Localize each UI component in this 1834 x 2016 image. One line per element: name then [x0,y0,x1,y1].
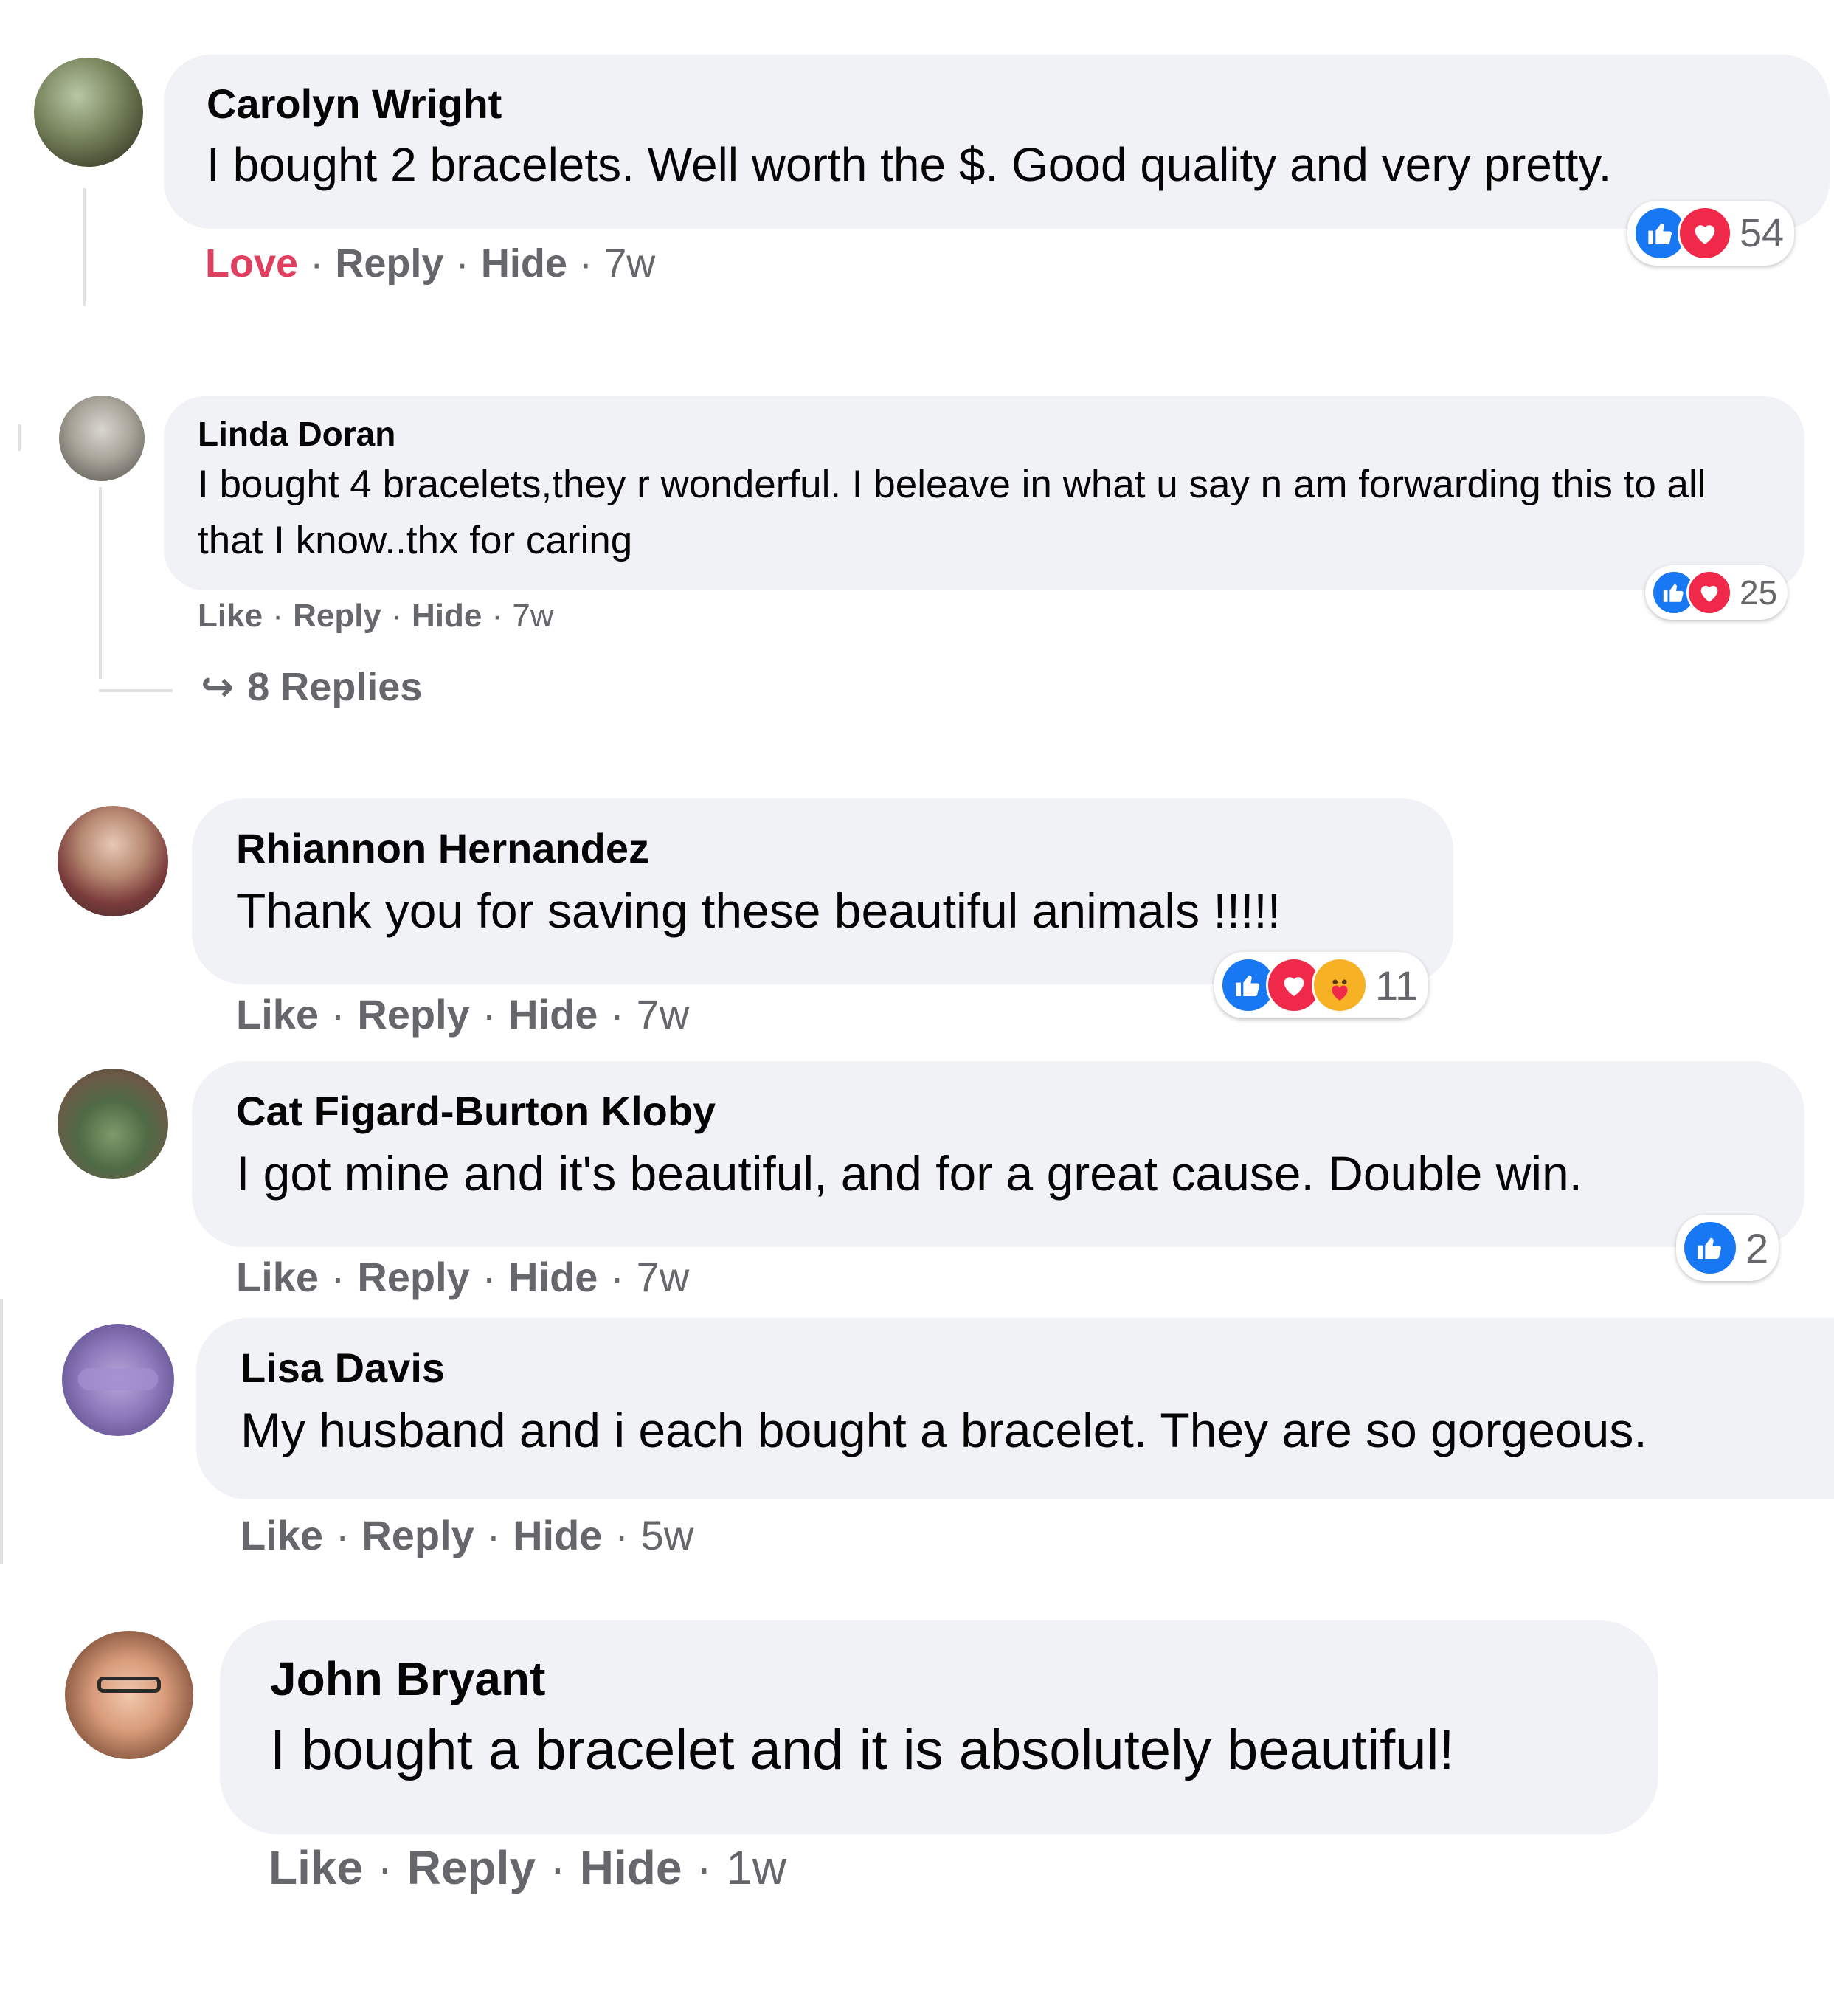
thread-line [99,487,102,679]
hide-link[interactable]: Hide [513,1512,602,1558]
comment-text: I bought 2 bracelets. Well worth the $. … [207,138,1612,191]
comment-text: I bought a bracelet and it is absolutely… [270,1719,1455,1781]
comment-text: I got mine and it's beautiful, and for a… [236,1146,1583,1201]
comment-author[interactable]: John Bryant [270,1647,1658,1711]
reply-link[interactable]: Reply [293,598,381,634]
reply-link[interactable]: Reply [357,1254,470,1300]
avatar[interactable] [62,1324,174,1436]
like-link[interactable]: Like [236,1254,319,1300]
comment-actions: Like · Reply · Hide · 7w [236,1254,690,1300]
avatar[interactable] [34,58,143,167]
comment-author[interactable]: Lisa Davis [241,1340,1834,1396]
comment-bubble: Carolyn Wright I bought 2 bracelets. Wel… [164,55,1830,229]
reply-arrow-icon: ↪ [201,665,235,709]
comment-text: Thank you for saving these beautiful ani… [236,883,1281,938]
reaction-summary[interactable]: 11 [1214,952,1429,1018]
hide-link[interactable]: Hide [412,598,482,634]
comment-text: I bought 4 bracelets,they r wonderful. I… [198,463,1706,562]
timestamp[interactable]: 7w [637,1254,690,1300]
avatar[interactable] [58,806,168,916]
reply-link[interactable]: Reply [407,1841,536,1894]
comment-author[interactable]: Carolyn Wright [207,77,1830,131]
like-icon [1682,1220,1738,1276]
comment-bubble: Linda Doran I bought 4 bracelets,they r … [164,396,1804,590]
care-icon [1312,957,1368,1013]
comment-actions: Like · Reply · Hide · 7w [236,991,690,1038]
comment-bubble: Lisa Davis My husband and i each bought … [196,1318,1834,1499]
hide-link[interactable]: Hide [508,991,598,1038]
thread-line [99,689,173,692]
like-link[interactable]: Like [198,598,263,634]
reaction-summary[interactable]: 2 [1676,1215,1779,1281]
hide-link[interactable]: Hide [508,1254,598,1300]
hide-link[interactable]: Hide [580,1841,682,1894]
comment-bubble: John Bryant I bought a bracelet and it i… [220,1620,1658,1834]
comment-actions: Like · Reply · Hide · 5w [241,1512,694,1558]
reaction-count: 11 [1375,962,1419,1009]
timestamp[interactable]: 5w [641,1512,694,1558]
timestamp[interactable]: 7w [604,241,655,286]
reaction-count: 2 [1745,1224,1769,1271]
hide-link[interactable]: Hide [481,241,567,286]
comment-author[interactable]: Rhiannon Hernandez [236,821,1453,877]
view-replies-link[interactable]: ↪ 8 Replies [201,661,422,713]
like-link[interactable]: Like [269,1841,363,1894]
replies-count: 8 Replies [247,665,423,709]
reply-link[interactable]: Reply [361,1512,474,1558]
avatar[interactable] [59,396,145,481]
comment-text: My husband and i each bought a bracelet.… [241,1403,1647,1457]
comment-actions: Love · Reply · Hide · 7w [205,241,656,286]
thread-line [18,424,21,451]
timestamp[interactable]: 7w [637,991,690,1038]
love-icon [1678,206,1732,260]
love-icon [1686,570,1732,615]
comment-bubble: Cat Figard-Burton Kloby I got mine and i… [192,1061,1804,1247]
comment-actions: Like · Reply · Hide · 7w [198,598,554,634]
comment-author[interactable]: Cat Figard-Burton Kloby [236,1083,1804,1139]
avatar-badge-icon [78,1368,158,1390]
thread-line [83,188,86,306]
timestamp[interactable]: 7w [512,598,553,634]
reaction-summary[interactable]: 54 [1627,201,1795,266]
reaction-count: 54 [1740,211,1785,255]
reply-link[interactable]: Reply [335,241,443,286]
comment-actions: Like · Reply · Hide · 1w [269,1841,786,1894]
glasses-icon [97,1677,161,1693]
avatar[interactable] [65,1631,193,1759]
reply-link[interactable]: Reply [357,991,470,1038]
timestamp[interactable]: 1w [726,1841,786,1894]
like-link[interactable]: Like [236,991,319,1038]
avatar[interactable] [58,1069,168,1179]
love-link[interactable]: Love [205,241,298,286]
comment-author[interactable]: Linda Doran [198,411,1775,457]
like-link[interactable]: Like [241,1512,323,1558]
thread-line [0,1299,3,1564]
reaction-summary[interactable]: 25 [1645,565,1788,620]
reaction-count: 25 [1740,573,1778,612]
